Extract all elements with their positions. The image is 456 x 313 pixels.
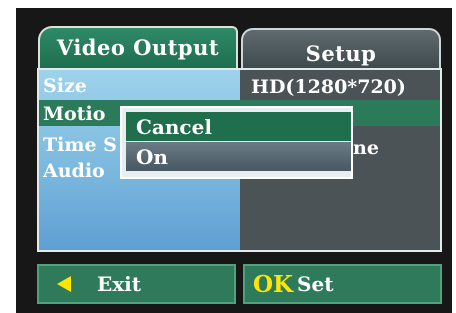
popup-option-on-label: On xyxy=(136,144,168,169)
tab-video-output[interactable]: Video Output xyxy=(38,26,238,68)
left-arrow-icon xyxy=(57,276,71,292)
ok-icon: OK xyxy=(253,270,294,298)
menu-item-size-label: Size xyxy=(43,75,87,97)
tab-setup[interactable]: Setup xyxy=(241,28,441,68)
popup-option-cancel-label: Cancel xyxy=(136,114,212,139)
menu-item-audio-label: Audio xyxy=(43,160,105,182)
popup-option-cancel[interactable]: Cancel xyxy=(126,112,351,141)
option-popup: Cancel On xyxy=(120,106,353,179)
set-button[interactable]: OK Set xyxy=(243,264,442,304)
menu-item-size[interactable]: Size xyxy=(43,75,87,97)
set-button-label: Set xyxy=(297,272,334,296)
menu-item-time-stamp[interactable]: Time S xyxy=(43,134,117,156)
exit-button-label: Exit xyxy=(97,272,142,296)
menu-item-motion[interactable]: Motio xyxy=(43,103,105,125)
time-stamp-value: ne xyxy=(353,137,379,159)
popup-option-on[interactable]: On xyxy=(126,142,351,171)
exit-button[interactable]: Exit xyxy=(37,264,236,304)
menu-item-time-stamp-label: Time S xyxy=(43,134,117,156)
menu-item-motion-label: Motio xyxy=(43,103,106,125)
tab-setup-label: Setup xyxy=(305,40,377,66)
tab-video-output-label: Video Output xyxy=(56,34,220,60)
size-value: HD(1280*720) xyxy=(251,76,406,98)
menu-item-audio[interactable]: Audio xyxy=(43,160,105,182)
